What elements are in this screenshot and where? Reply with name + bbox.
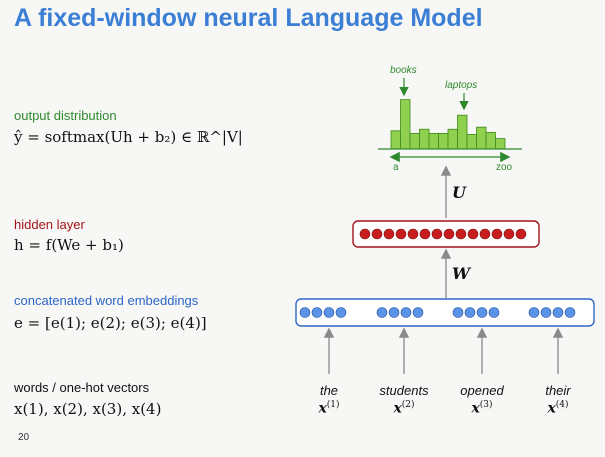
- embedding-unit: [452, 307, 464, 318]
- histogram-bar: [409, 132, 420, 150]
- hidden-unit: [431, 228, 443, 240]
- word-variable-base: x: [547, 400, 556, 417]
- embedding-unit: [388, 307, 400, 318]
- hidden-unit: [479, 228, 491, 240]
- histogram-bar: [447, 128, 458, 150]
- embedding-unit: [376, 307, 388, 318]
- hidden-unit: [419, 228, 431, 240]
- weight-W-label: W: [452, 264, 472, 283]
- hidden-unit: [443, 228, 455, 240]
- hidden-unit: [371, 228, 383, 240]
- histogram-axis-left: a: [393, 162, 399, 173]
- histogram-bar: [390, 130, 401, 150]
- word-variable: x(1): [294, 400, 364, 417]
- word-variable: x(3): [447, 400, 517, 417]
- hidden-unit: [395, 228, 407, 240]
- word-variable-index: (2): [401, 400, 415, 410]
- embedding-unit: [464, 307, 476, 318]
- hidden-unit: [359, 228, 371, 240]
- embedding-unit: [564, 307, 576, 318]
- word-variable-index: (1): [326, 400, 340, 410]
- word-variable-base: x: [471, 400, 480, 417]
- annotation-laptops: laptops: [445, 80, 477, 91]
- weight-U-label: U: [452, 183, 467, 202]
- histogram-bar: [438, 132, 449, 150]
- output-histogram: [390, 99, 506, 150]
- histogram-bar: [419, 128, 430, 150]
- hidden-unit: [515, 228, 527, 240]
- hidden-unit: [383, 228, 395, 240]
- word-variable-index: (4): [555, 400, 569, 410]
- histogram-bar: [457, 114, 468, 150]
- histogram-bar: [400, 99, 411, 150]
- embedding-unit: [528, 307, 540, 318]
- embedding-unit: [412, 307, 424, 318]
- hidden-unit: [491, 228, 503, 240]
- word-arrows: [323, 327, 564, 374]
- embedding-unit: [335, 307, 347, 318]
- word-label: opened: [460, 383, 504, 398]
- histogram-axis-right: zoo: [496, 162, 513, 173]
- embedding-unit: [476, 307, 488, 318]
- embedding-unit: [311, 307, 323, 318]
- embedding-unit: [488, 307, 500, 318]
- embedding-unit: [552, 307, 564, 318]
- embedding-unit: [299, 307, 311, 318]
- hidden-unit: [407, 228, 419, 240]
- histogram-bar: [485, 131, 496, 150]
- embedding-unit: [400, 307, 412, 318]
- histogram-bar: [495, 138, 506, 150]
- histogram-bar: [466, 134, 477, 150]
- word-variable-base: x: [393, 400, 402, 417]
- word-label: students: [379, 383, 429, 398]
- word-label: the: [319, 383, 339, 398]
- word-variable-index: (3): [479, 400, 493, 410]
- embedding-unit: [323, 307, 335, 318]
- word-label: their: [545, 383, 571, 398]
- hidden-unit: [467, 228, 479, 240]
- word-variable: x(4): [523, 400, 593, 417]
- annotation-books: books: [390, 65, 417, 76]
- hidden-unit: [455, 228, 467, 240]
- word-variable-base: x: [318, 400, 327, 417]
- histogram-bar: [428, 132, 439, 150]
- histogram-bar: [476, 126, 487, 150]
- word-variable: x(2): [369, 400, 439, 417]
- hidden-unit: [503, 228, 515, 240]
- embedding-unit: [540, 307, 552, 318]
